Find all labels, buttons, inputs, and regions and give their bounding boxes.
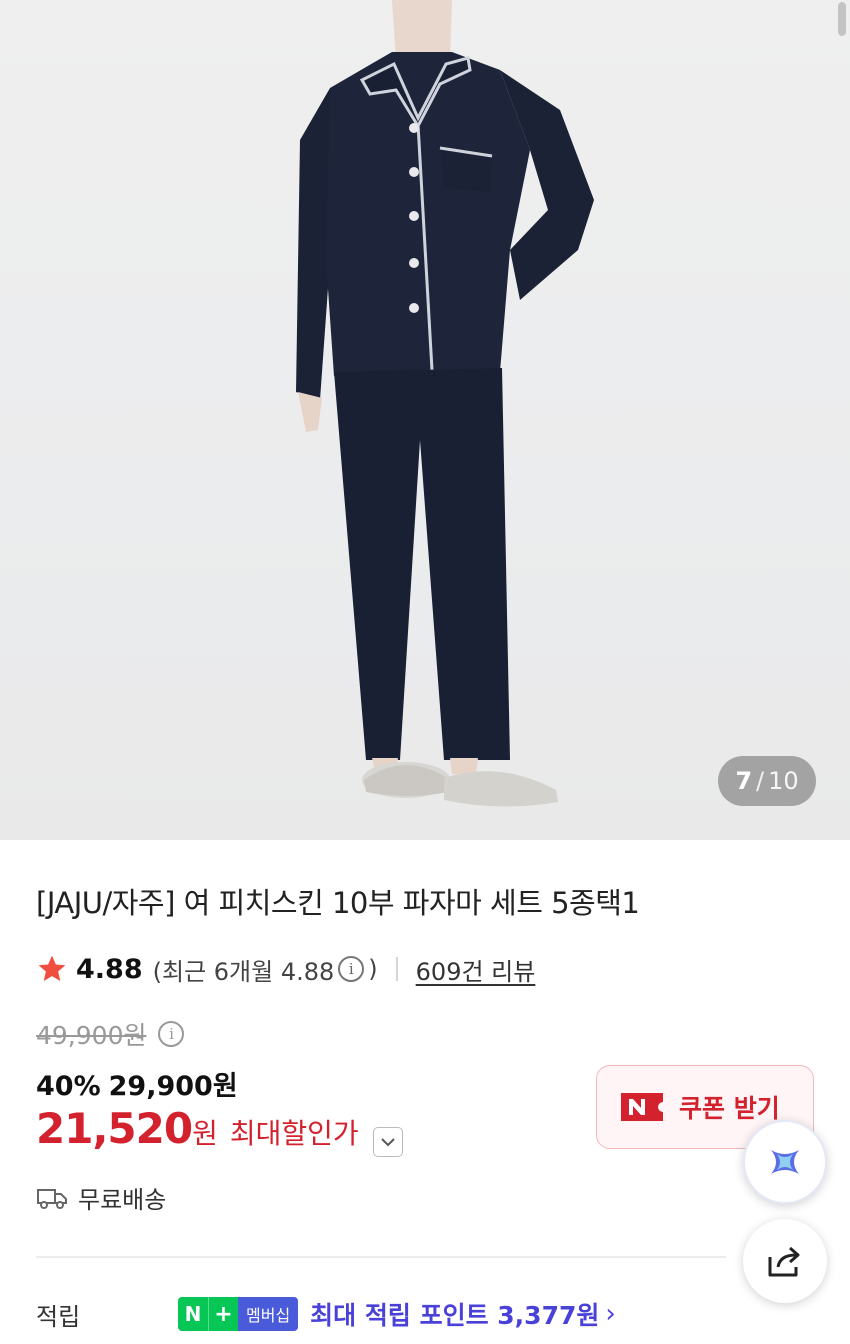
pajama-model-illustration [296, 0, 594, 807]
info-icon[interactable]: i [338, 956, 365, 982]
max-discount-row[interactable]: 21,520 원 최대할인가 [36, 1104, 403, 1157]
image-counter-separator: / [756, 767, 765, 795]
rating-row: 4.88 (최근 6개월 4.88 i ) 609건 리뷰 [36, 950, 535, 988]
truck-icon [37, 1188, 67, 1209]
review-count-link[interactable]: 609건 리뷰 [416, 952, 536, 987]
max-discount-unit: 원 [192, 1117, 218, 1150]
coupon-ticket-icon [621, 1093, 663, 1121]
rating-recent-label: (최근 6개월 4.88 [152, 957, 335, 986]
ai-sparkle-icon [771, 1150, 799, 1174]
max-discount-label: 최대할인가 [229, 1117, 359, 1150]
ai-assistant-button[interactable] [743, 1120, 827, 1204]
product-title: [JAJU/자주] 여 피치스킨 10부 파자마 세트 5종택1 [36, 886, 640, 920]
sale-price: 29,900원 [108, 1071, 238, 1102]
points-label: 적립 [36, 1302, 81, 1331]
points-row[interactable]: 적립 N + 멤버십 최대 적립 포인트 3,377원 › [36, 1296, 616, 1332]
plus-icon: + [208, 1297, 238, 1331]
rating-recent-close: ) [368, 955, 378, 983]
star-icon [38, 955, 66, 981]
original-price-row: 49,900원 i [36, 1016, 188, 1052]
shipping-row: 무료배송 [36, 1180, 166, 1215]
coupon-label: 쿠폰 받기 [679, 1094, 780, 1123]
membership-label: 멤버십 [238, 1297, 299, 1331]
share-icon [768, 1246, 800, 1277]
rating-score: 4.88 [76, 953, 143, 985]
naver-n-icon: N [178, 1297, 208, 1331]
image-counter: 7 / 10 [718, 756, 816, 806]
max-points-text: 최대 적립 포인트 3,377원 [310, 1301, 600, 1330]
divider [395, 957, 398, 981]
image-counter-total: 10 [768, 767, 799, 795]
scroll-indicator [838, 2, 846, 36]
max-discount-price: 21,520 [36, 1104, 193, 1153]
chevron-right-icon: › [605, 1299, 616, 1329]
rating-recent: (최근 6개월 4.88 i ) [153, 952, 378, 987]
image-counter-current: 7 [735, 767, 753, 795]
product-image[interactable]: 7 / 10 [0, 0, 850, 840]
price-info-icon[interactable]: i [158, 1021, 185, 1047]
original-price: 49,900원 [36, 1021, 147, 1050]
shipping-label: 무료배송 [78, 1186, 167, 1214]
sale-price-row: 40% 29,900원 [36, 1064, 238, 1103]
chevron-down-icon[interactable] [372, 1127, 403, 1157]
discount-percent: 40% [36, 1071, 101, 1102]
section-divider [36, 1256, 726, 1258]
naver-plus-membership-badge: N + 멤버십 [178, 1297, 299, 1331]
share-button[interactable] [743, 1219, 827, 1303]
